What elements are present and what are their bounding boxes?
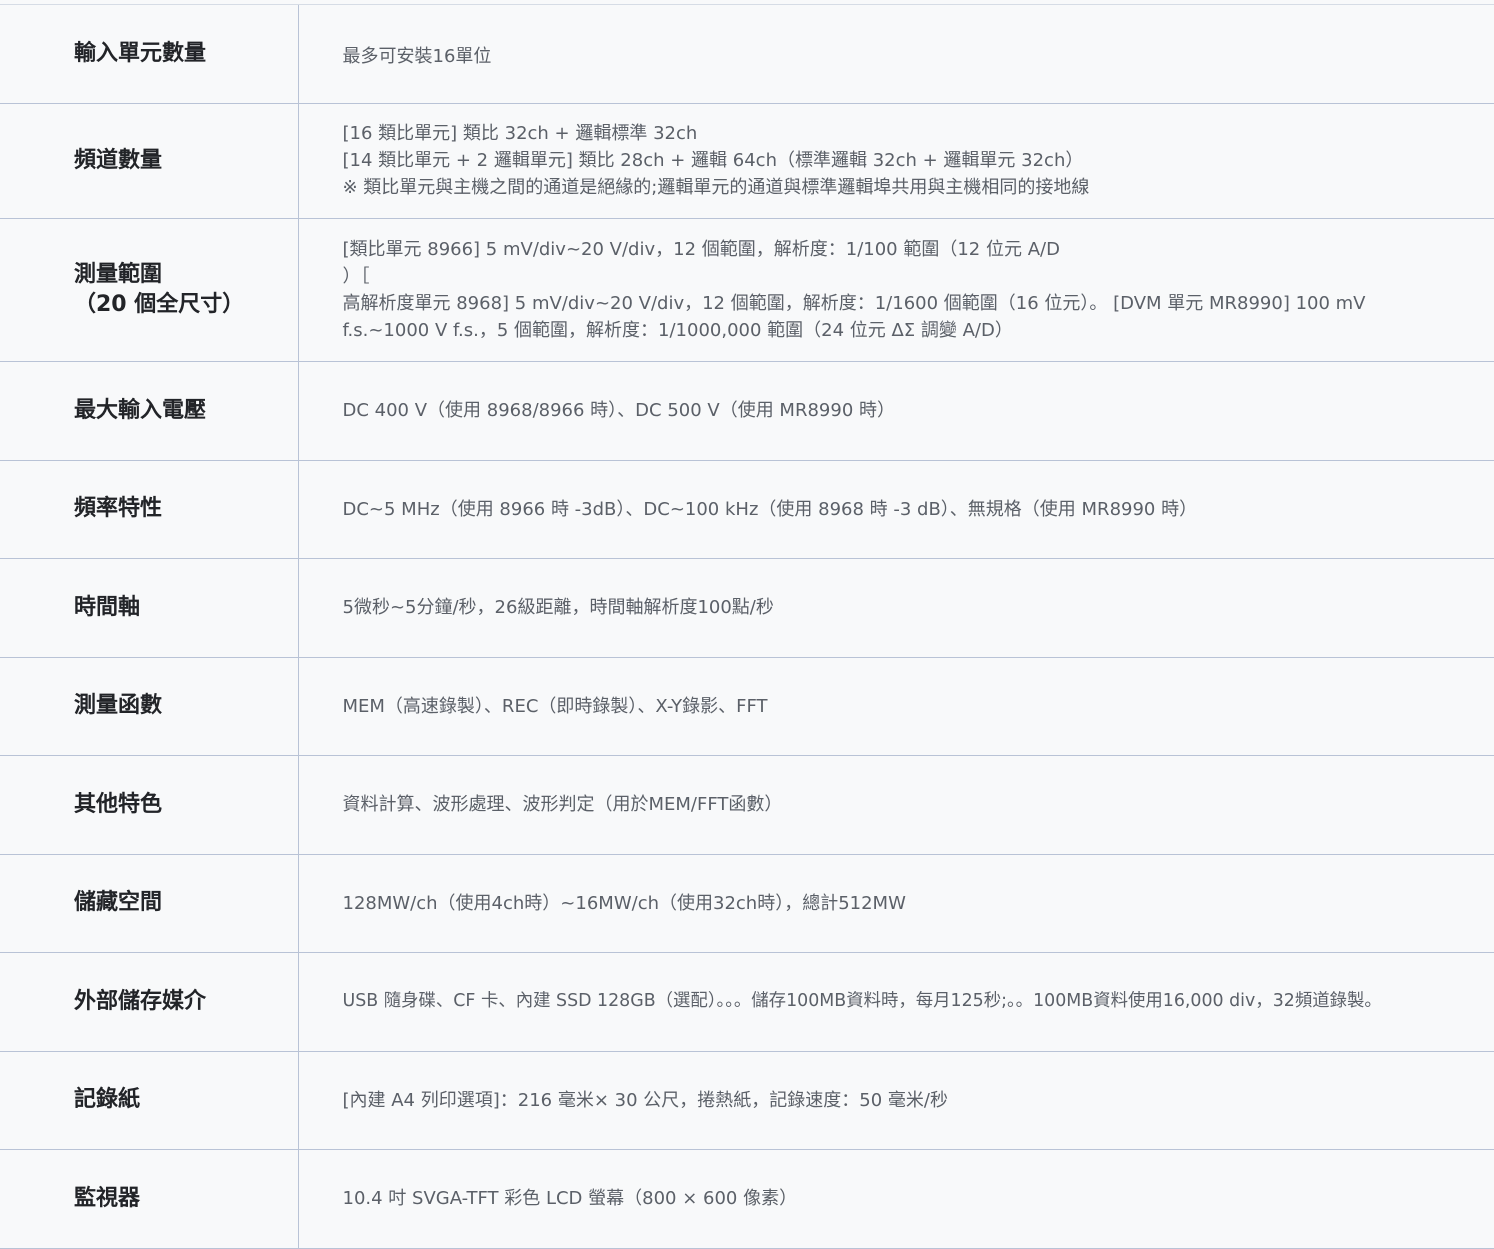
spec-value: 5微秒~5分鐘/秒，26級距離，時間軸解析度100點/秒 [298, 558, 1494, 657]
spec-row-frequency-characteristics: 頻率特性 DC~5 MHz（使用 8966 時 -3dB）、DC~100 kHz… [0, 460, 1494, 558]
spec-value-text: DC 400 V（使用 8968/8966 時）、DC 500 V（使用 MR8… [342, 400, 896, 421]
spec-value-text: 5微秒~5分鐘/秒，26級距離，時間軸解析度100點/秒 [342, 597, 774, 618]
spec-label-text: 最大輸入電壓 [74, 397, 207, 423]
spec-row-time-axis: 時間軸 5微秒~5分鐘/秒，26級距離，時間軸解析度100點/秒 [0, 558, 1494, 657]
spec-value: 10.4 吋 SVGA-TFT 彩色 LCD 螢幕（800 × 600 像素） [298, 1149, 1494, 1248]
spec-value: USB 隨身碟、CF 卡、內建 SSD 128GB（選配）。。。儲存100MB資… [298, 952, 1494, 1051]
spec-value-text: 10.4 吋 SVGA-TFT 彩色 LCD 螢幕（800 × 600 像素） [342, 1188, 798, 1209]
spec-value-text: MEM（高速錄製）、REC（即時錄製）、X-Y錄影、FFT [342, 695, 768, 717]
spec-row-input-units: 輸入單元數量 最多可安裝16單位 [0, 5, 1494, 103]
spec-value-text: 資料計算、波形處理、波形判定（用於MEM/FFT函數） [342, 794, 783, 815]
spec-label-text: 時間軸 [74, 594, 141, 620]
spec-table-body: 輸入單元數量 最多可安裝16單位 頻道數量 [16 類比單元] 類比 32ch … [0, 5, 1494, 1248]
spec-value: [16 類比單元] 類比 32ch + 邏輯標準 32ch [14 類比單元 +… [298, 103, 1494, 218]
spec-row-measurement-range: 測量範圍 （20 個全尺寸） [類比單元 8966] 5 mV/div~20 V… [0, 218, 1494, 361]
spec-label: 測量範圍 （20 個全尺寸） [0, 218, 299, 361]
spec-label-text: 測量範圍 [74, 261, 163, 287]
spec-row-monitor: 監視器 10.4 吋 SVGA-TFT 彩色 LCD 螢幕（800 × 600 … [0, 1149, 1494, 1248]
spec-label-text: 輸入單元數量 [74, 40, 207, 66]
spec-value-text: [16 類比單元] 類比 32ch + 邏輯標準 32ch [342, 123, 698, 144]
spec-value: 最多可安裝16單位 [298, 5, 1494, 103]
spec-value-text: ※ 類比單元與主機之間的通道是絕緣的;邏輯單元的通道與標準邏輯埠共用與主機相同的… [342, 177, 1090, 198]
spec-value: DC 400 V（使用 8968/8966 時）、DC 500 V（使用 MR8… [298, 361, 1494, 460]
spec-label: 輸入單元數量 [0, 5, 299, 103]
spec-label: 最大輸入電壓 [0, 361, 299, 460]
spec-row-other-features: 其他特色 資料計算、波形處理、波形判定（用於MEM/FFT函數） [0, 755, 1494, 854]
spec-label: 時間軸 [0, 558, 299, 657]
spec-label: 監視器 [0, 1149, 299, 1248]
spec-value-text: 高解析度單元 8968] 5 mV/div~20 V/div，12 個範圍，解析… [342, 292, 1366, 341]
spec-label: 頻率特性 [0, 460, 299, 558]
spec-label-text: 其他特色 [74, 791, 163, 817]
spec-row-measurement-functions: 測量函數 MEM（高速錄製）、REC（即時錄製）、X-Y錄影、FFT [0, 657, 1494, 755]
spec-label: 測量函數 [0, 657, 299, 755]
spec-label-text: 外部儲存媒介 [74, 988, 207, 1014]
spec-value: MEM（高速錄製）、REC（即時錄製）、X-Y錄影、FFT [298, 657, 1494, 755]
spec-row-storage: 儲藏空間 128MW/ch（使用4ch時）~16MW/ch（使用32ch時），總… [0, 854, 1494, 952]
spec-value: [內建 A4 列印選項]：216 毫米× 30 公尺，捲熱紙，記錄速度：50 毫… [298, 1051, 1494, 1149]
spec-label: 其他特色 [0, 755, 299, 854]
spec-row-channels: 頻道數量 [16 類比單元] 類比 32ch + 邏輯標準 32ch [14 類… [0, 103, 1494, 218]
spec-label-text: 頻道數量 [74, 147, 163, 173]
spec-label-text: 記錄紙 [74, 1087, 141, 1112]
spec-label: 記錄紙 [0, 1051, 299, 1149]
spec-value: DC~5 MHz（使用 8966 時 -3dB）、DC~100 kHz（使用 8… [298, 460, 1494, 558]
spec-row-external-storage: 外部儲存媒介 USB 隨身碟、CF 卡、內建 SSD 128GB（選配）。。。儲… [0, 952, 1494, 1051]
spec-value-text: [類比單元 8966] 5 mV/div~20 V/div，12 個範圍，解析度… [342, 238, 1060, 260]
spec-value: [類比單元 8966] 5 mV/div~20 V/div，12 個範圍，解析度… [298, 218, 1494, 361]
spec-row-max-input-voltage: 最大輸入電壓 DC 400 V（使用 8968/8966 時）、DC 500 V… [0, 361, 1494, 460]
spec-label-text: （20 個全尺寸） [74, 291, 245, 317]
spec-value-text: [14 類比單元 + 2 邏輯單元] 類比 28ch + 邏輯 64ch（標準邏… [342, 150, 1084, 171]
spec-value-text: ）［ [342, 265, 370, 287]
spec-table: 輸入單元數量 最多可安裝16單位 頻道數量 [16 類比單元] 類比 32ch … [0, 5, 1494, 1249]
spec-value-text: 最多可安裝16單位 [342, 46, 492, 67]
spec-label-text: 監視器 [74, 1185, 141, 1211]
spec-row-recording-paper: 記錄紙 [內建 A4 列印選項]：216 毫米× 30 公尺，捲熱紙，記錄速度：… [0, 1051, 1494, 1149]
spec-label: 外部儲存媒介 [0, 952, 299, 1051]
spec-value-text: [內建 A4 列印選項]：216 毫米× 30 公尺，捲熱紙，記錄速度：50 毫… [342, 1089, 948, 1111]
spec-value: 128MW/ch（使用4ch時）~16MW/ch（使用32ch時），總計512M… [298, 854, 1494, 952]
spec-value-text: 128MW/ch（使用4ch時）~16MW/ch（使用32ch時），總計512M… [342, 892, 906, 914]
spec-label: 儲藏空間 [0, 854, 299, 952]
spec-label: 頻道數量 [0, 103, 299, 218]
spec-value-text: DC~5 MHz（使用 8966 時 -3dB）、DC~100 kHz（使用 8… [342, 498, 1198, 520]
spec-label-text: 儲藏空間 [74, 890, 163, 915]
spec-value: 資料計算、波形處理、波形判定（用於MEM/FFT函數） [298, 755, 1494, 854]
spec-label-text: 測量函數 [74, 693, 163, 718]
spec-value-text: USB 隨身碟、CF 卡、內建 SSD 128GB（選配）。。。儲存100MB資… [342, 991, 1382, 1011]
spec-label-text: 頻率特性 [74, 496, 163, 521]
